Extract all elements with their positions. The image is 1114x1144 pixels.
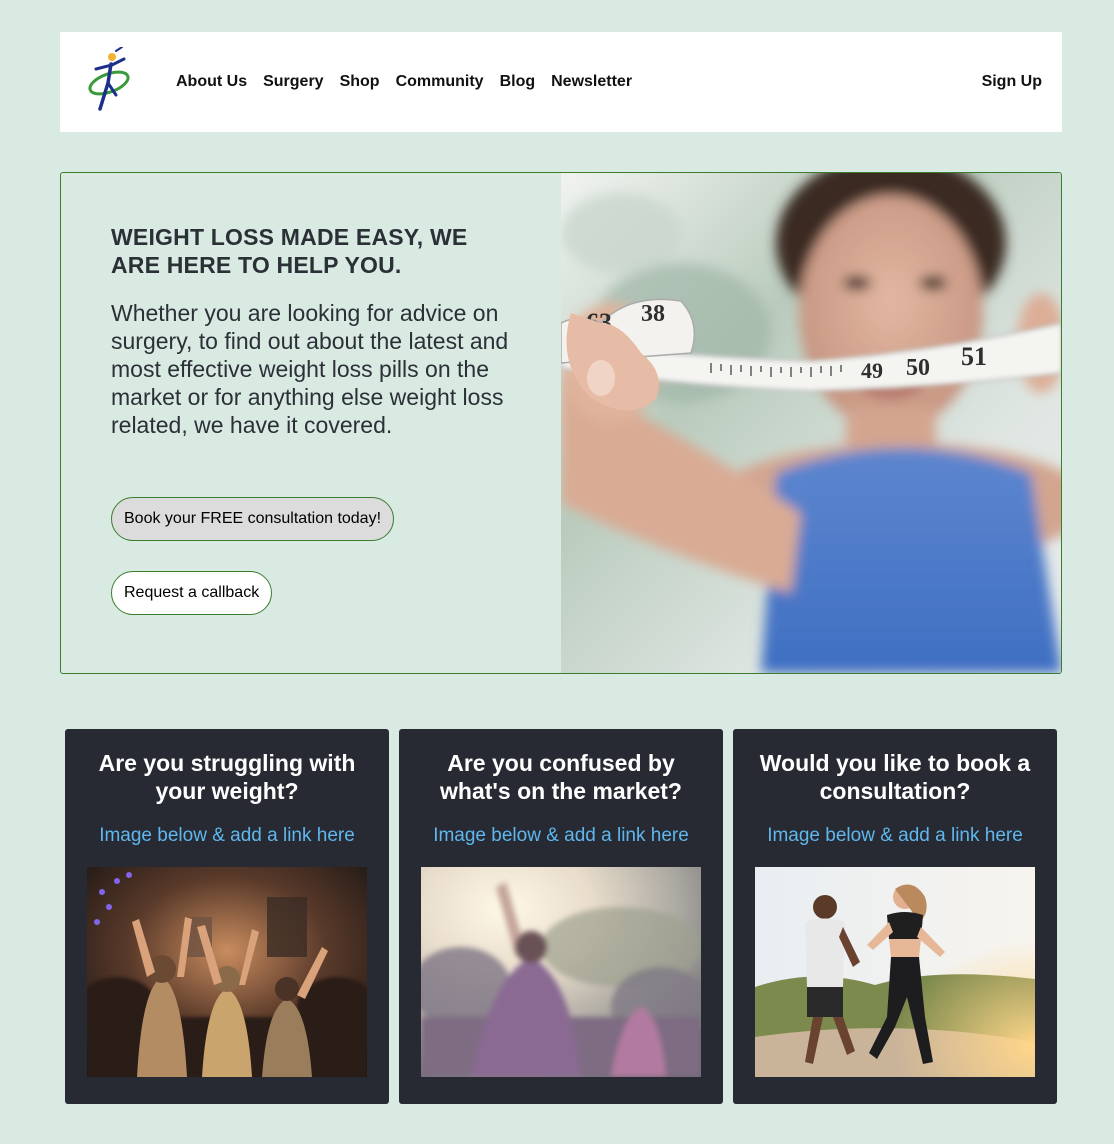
card-link[interactable]: Image below & add a link here [399,825,723,847]
nav-newsletter[interactable]: Newsletter [551,73,632,91]
runners-image [755,867,1035,1077]
logo-icon[interactable] [86,46,132,113]
nav-shop[interactable]: Shop [340,73,380,91]
card-struggling: Are you struggling with your weight? Ima… [65,729,389,1104]
hero-content: WEIGHT LOSS MADE EASY, WE ARE HERE TO HE… [111,223,511,439]
card-book-consultation: Would you like to book a consultation? I… [733,729,1057,1104]
card-title: Would you like to book a consultation? [759,750,1031,804]
main-nav: About Us Surgery Shop Community Blog New… [176,32,632,132]
request-callback-button[interactable]: Request a callback [111,571,273,615]
sign-up-link[interactable]: Sign Up [982,32,1042,132]
card-title: Are you confused by what's on the market… [440,750,682,804]
hero-text: Whether you are looking for advice on su… [111,300,509,438]
nav-surgery[interactable]: Surgery [263,73,323,91]
concert-crowd-image [87,867,367,1077]
hero-image: 63 38 49 50 51 [561,173,1061,673]
card-link[interactable]: Image below & add a link here [733,825,1057,847]
nav-community[interactable]: Community [396,73,484,91]
card-confused: Are you confused by what's on the market… [399,729,723,1104]
tape-number-49: 49 [861,358,883,383]
nav-about-us[interactable]: About Us [176,73,247,91]
nav-blog[interactable]: Blog [500,73,536,91]
book-consultation-button[interactable]: Book your FREE consultation today! [111,497,395,541]
fitness-class-image [421,867,701,1077]
tape-number-38: 38 [641,301,665,327]
hero-title: WEIGHT LOSS MADE EASY, WE ARE HERE TO HE… [111,224,468,278]
feature-cards: Are you struggling with your weight? Ima… [65,729,1057,1104]
card-link[interactable]: Image below & add a link here [65,825,389,847]
tape-number-50: 50 [906,355,930,381]
hero-section: WEIGHT LOSS MADE EASY, WE ARE HERE TO HE… [60,172,1062,674]
tape-number-51: 51 [961,342,987,371]
card-title: Are you struggling with your weight? [98,750,356,804]
navbar: About Us Surgery Shop Community Blog New… [60,32,1062,132]
